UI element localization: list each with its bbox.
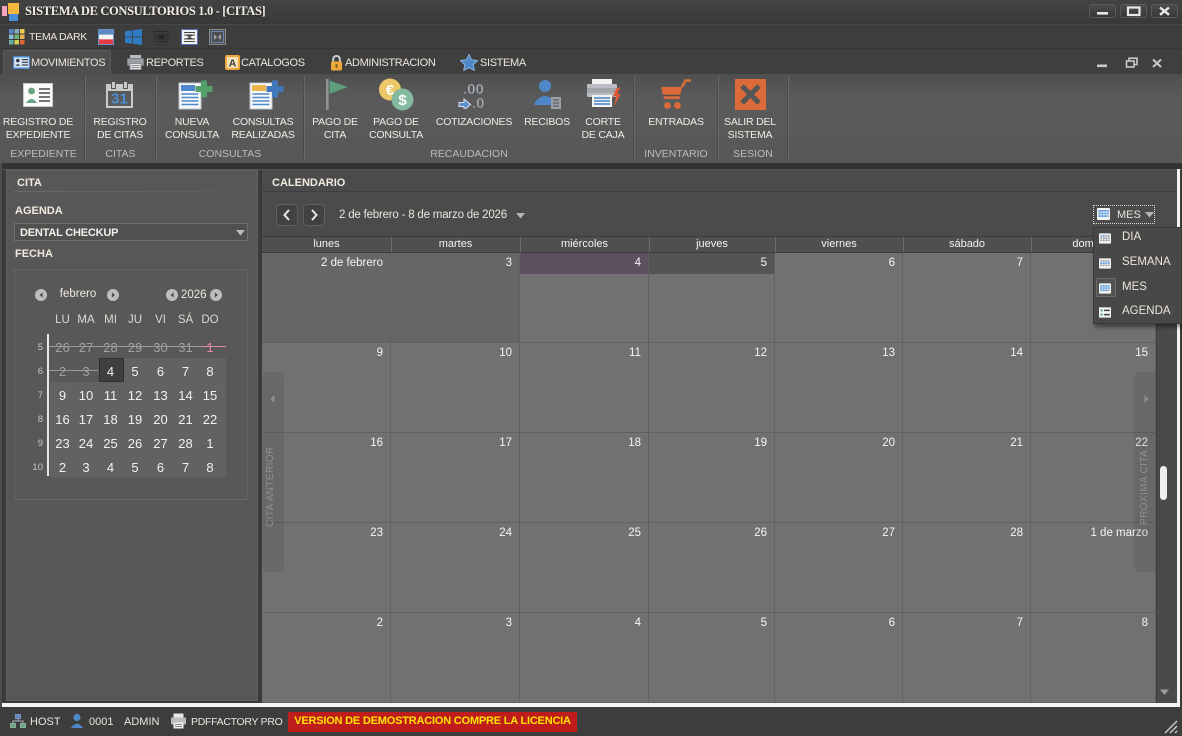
svg-text:31: 31 xyxy=(111,91,128,108)
svg-text:.0: .0 xyxy=(472,95,485,109)
svg-text:A: A xyxy=(229,58,237,70)
svg-text:$: $ xyxy=(398,92,407,109)
